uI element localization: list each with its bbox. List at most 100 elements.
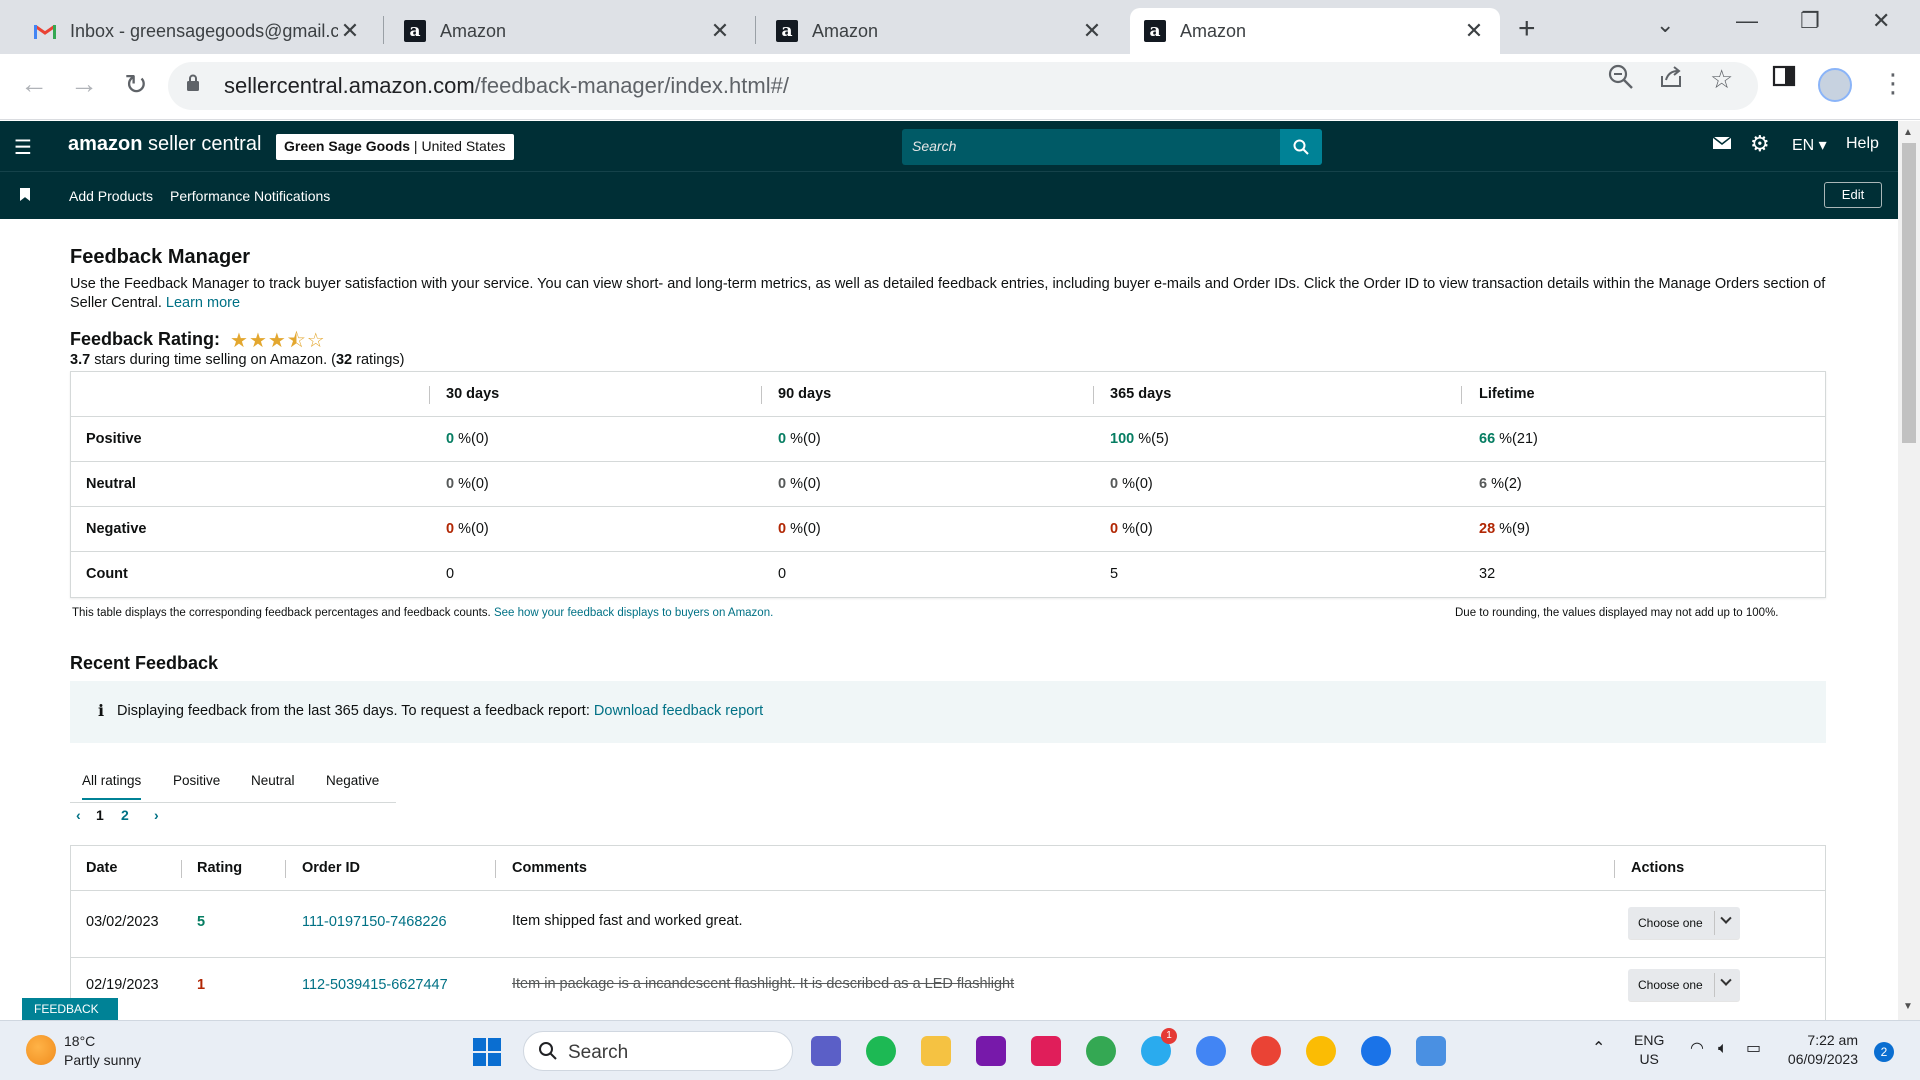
table-header-row: Date Rating Order ID Comments Actions (71, 846, 1825, 891)
profile-avatar[interactable] (1818, 68, 1852, 102)
slack-icon[interactable] (1031, 1036, 1061, 1066)
zoom-icon[interactable] (1608, 64, 1634, 97)
tab-search-chevron-icon[interactable]: ⌄ (1656, 12, 1674, 38)
help-link[interactable]: Help (1846, 135, 1879, 153)
tab-negative[interactable]: Negative (326, 773, 379, 788)
spotify-icon[interactable] (866, 1036, 896, 1066)
close-icon[interactable]: ✕ (1080, 18, 1104, 44)
learn-more-link[interactable]: Learn more (166, 295, 240, 311)
store-selector[interactable]: Green Sage Goods | United States (276, 134, 514, 160)
col-comments: Comments (512, 860, 587, 876)
seller-central-subnav: Add Products Performance Notifications E… (0, 171, 1898, 219)
next-page-icon[interactable]: › (154, 807, 159, 823)
recent-feedback-title: Recent Feedback (70, 653, 219, 673)
tab-amazon-1[interactable]: a Amazon ✕ (390, 8, 746, 54)
volume-icon[interactable]: 🔈︎ (1718, 1039, 1728, 1058)
search-placeholder: Search (912, 138, 957, 154)
bookmark-star-icon[interactable]: ☆ (1710, 64, 1733, 95)
rating-filter-tabs: All ratings Positive Neutral Negative (70, 759, 396, 803)
summary-cell: 0 %(0) (446, 476, 489, 492)
close-icon[interactable]: ✕ (338, 18, 362, 44)
tab-amazon-2[interactable]: a Amazon ✕ (762, 8, 1118, 54)
window-close-icon[interactable]: ✕ (1872, 8, 1890, 34)
browser-toolbar: ← → ↻ sellercentral.amazon.com/feedback-… (0, 54, 1920, 120)
battery-icon[interactable]: ▭ (1746, 1039, 1761, 1058)
search-button[interactable] (1280, 129, 1322, 165)
file-explorer-icon[interactable] (921, 1036, 951, 1066)
language-selector[interactable]: EN ▾ (1792, 135, 1827, 155)
rounding-note: Due to rounding, the values displayed ma… (1455, 607, 1779, 619)
summary-cell: 28 %(9) (1479, 521, 1530, 537)
scroll-up-arrow-icon[interactable]: ▲ (1903, 127, 1913, 138)
more-menu-icon[interactable]: ⋮ (1880, 68, 1906, 99)
settings-gear-icon[interactable]: ⚙ (1750, 131, 1770, 157)
clock[interactable]: 7:22 am 06/09/2023 (1778, 1031, 1858, 1069)
chrome-profile-icon[interactable] (1251, 1036, 1281, 1066)
back-icon[interactable]: ← (16, 68, 52, 100)
subnav-add-products[interactable]: Add Products (69, 188, 153, 204)
star-icon: ★ (267, 330, 287, 352)
scroll-down-arrow-icon[interactable]: ▼ (1903, 1001, 1913, 1012)
page-scrollbar[interactable]: ▲ ▼ (1898, 121, 1920, 1020)
notification-badge[interactable]: 2 (1874, 1042, 1894, 1062)
chrome-active-icon[interactable] (1306, 1036, 1336, 1066)
page-1[interactable]: 1 (96, 807, 104, 823)
summary-cell: 0 %(0) (1110, 476, 1153, 492)
tab-positive[interactable]: Positive (173, 773, 220, 788)
header-search-input[interactable]: Search (902, 129, 1322, 165)
new-tab-plus-icon[interactable]: + (1518, 12, 1536, 46)
summary-row-positive: Positive 0 %(0) 0 %(0) 100 %(5) 66 %(21) (71, 417, 1825, 462)
actions-dropdown[interactable]: Choose one (1628, 907, 1740, 939)
page-2[interactable]: 2 (121, 807, 129, 823)
forward-icon[interactable]: → (66, 68, 102, 100)
share-icon[interactable] (1658, 64, 1684, 97)
tab-gmail[interactable]: Inbox - greensagegoods@gmail.com ✕ (20, 8, 376, 54)
summary-row-negative: Negative 0 %(0) 0 %(0) 0 %(0) 28 %(9) (71, 507, 1825, 552)
subnav-performance-notifications[interactable]: Performance Notifications (170, 188, 330, 204)
order-id-link[interactable]: 111-0197150-7468226 (302, 914, 447, 930)
weather-sun-icon[interactable] (26, 1035, 56, 1065)
close-icon[interactable]: ✕ (1462, 18, 1486, 44)
reload-icon[interactable]: ↻ (118, 68, 154, 101)
address-bar[interactable]: sellercentral.amazon.com/feedback-manage… (168, 62, 1758, 110)
side-panel-icon[interactable] (1772, 64, 1796, 95)
feedback-summary-table: 30 days 90 days 365 days Lifetime Positi… (70, 371, 1826, 598)
hamburger-menu-icon[interactable]: ☰ (14, 135, 32, 160)
summary-cell: 6 %(2) (1479, 476, 1522, 492)
amazon-icon: a (1144, 20, 1166, 42)
onenote-icon[interactable] (976, 1036, 1006, 1066)
telegram-icon[interactable]: 1 (1141, 1028, 1177, 1066)
bookmark-icon[interactable] (20, 188, 30, 201)
chrome-icon[interactable] (1196, 1036, 1226, 1066)
url-text: sellercentral.amazon.com/feedback-manage… (224, 73, 789, 98)
chrome-profile-icon[interactable] (1086, 1036, 1116, 1066)
notepad-icon[interactable] (1416, 1036, 1446, 1066)
language-indicator[interactable]: ENG US (1634, 1031, 1664, 1069)
mail-icon[interactable] (1712, 135, 1732, 156)
tab-all-ratings[interactable]: All ratings (82, 773, 142, 800)
minimize-icon[interactable]: — (1736, 8, 1758, 34)
amazon-icon: a (776, 20, 798, 42)
chrome-profile-icon[interactable] (1361, 1036, 1391, 1066)
info-icon: i (98, 701, 105, 720)
seller-central-logo[interactable]: amazon seller central (68, 133, 261, 156)
wifi-icon[interactable]: ◠ (1690, 1039, 1704, 1058)
actions-dropdown[interactable]: Choose one (1628, 969, 1740, 1001)
taskbar-search[interactable]: Search (523, 1031, 793, 1071)
summary-cell: 100 %(5) (1110, 431, 1169, 447)
restore-icon[interactable]: ❐ (1800, 8, 1820, 34)
order-id-link[interactable]: 112-5039415-6627447 (302, 977, 448, 993)
show-hidden-icons-chevron[interactable]: ⌃ (1592, 1039, 1605, 1058)
feedback-display-link[interactable]: See how your feedback displays to buyers… (494, 607, 773, 619)
prev-page-icon[interactable]: ‹ (76, 807, 81, 823)
edit-button[interactable]: Edit (1824, 182, 1882, 208)
download-report-link[interactable]: Download feedback report (594, 703, 763, 719)
teams-icon[interactable] (811, 1036, 841, 1066)
tab-neutral[interactable]: Neutral (251, 773, 295, 788)
weather-widget[interactable]: 18°C Partly sunny (64, 1032, 141, 1070)
scrollbar-thumb[interactable] (1902, 143, 1916, 443)
feedback-widget-tab[interactable]: FEEDBACK × (22, 998, 118, 1030)
windows-start-icon[interactable] (473, 1038, 501, 1066)
close-icon[interactable]: ✕ (708, 18, 732, 44)
tab-amazon-active[interactable]: a Amazon ✕ (1130, 8, 1500, 54)
